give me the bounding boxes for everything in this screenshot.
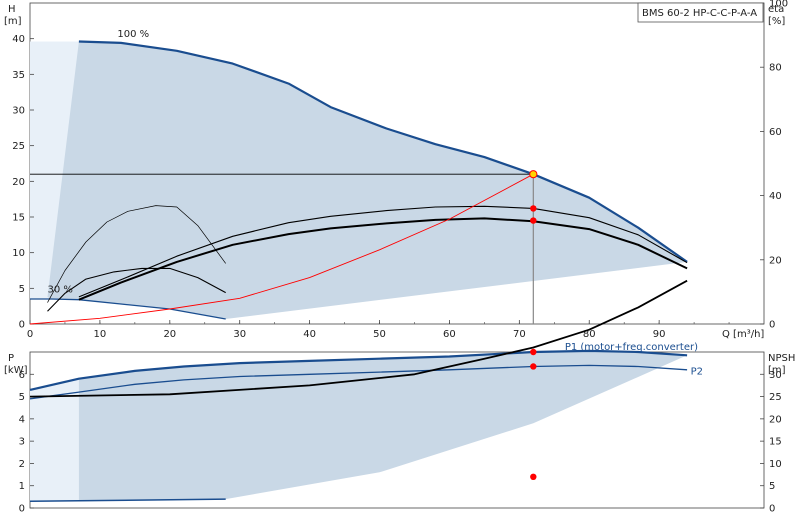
y-left-tick-label: 0 [19,504,25,515]
x-tick-label: 90 [653,329,666,340]
y-right-tick-label: 15 [769,437,782,448]
speed-annotation: 100 % [117,29,149,40]
y-left-unit: [kW] [4,365,28,376]
y-right-unit: [%] [768,16,785,27]
y-left-tick-label: 4 [19,414,25,425]
y-right-label: eta [768,4,784,15]
y-left-tick-label: 1 [19,481,25,492]
x-tick-label: 30 [233,329,246,340]
x-tick-label: 70 [513,329,526,340]
x-axis-label: Q [m³/h] [722,329,764,340]
y-right-tick-label: 40 [769,191,782,202]
y-right-tick-label: 20 [769,255,782,266]
y-left-label: H [8,4,16,15]
p1-series-label: P1 (motor+freq.converter) [565,342,698,353]
power-duty-point [530,473,537,480]
y-left-tick-label: 30 [12,106,25,117]
y-right-tick-label: 10 [769,459,782,470]
x-tick-label: 20 [163,329,176,340]
y-right-tick-label: 25 [769,392,782,403]
x-tick-label: 40 [303,329,316,340]
x-tick-label: 60 [443,329,456,340]
duty-point [529,170,538,179]
y-left-tick-label: 20 [12,177,25,188]
y-right-tick-label: 0 [769,504,775,515]
y-left-tick-label: 5 [19,284,25,295]
pump-curve-chart: 05101520253035400204060801000 10 20 30 40 50 6… [4,0,795,515]
y-right-label: NPSH [768,353,795,364]
y-left-tick-label: 3 [19,437,25,448]
x-tick-label: 10 [94,329,107,340]
y-left-tick-label: 10 [12,248,25,259]
y-left-tick-label: 40 [12,34,25,45]
x-tick-label: 0 [27,329,33,340]
y-right-tick-label: 0 [769,320,775,331]
eta-duty-point [530,205,537,212]
x-tick-label: 50 [373,329,386,340]
y-left-tick-label: 5 [19,392,25,403]
y-left-tick-label: 15 [12,213,25,224]
y-right-unit: [m] [768,365,786,376]
y-left-label: P [8,353,14,364]
eta-duty-point [530,217,537,224]
y-left-tick-label: 2 [19,459,25,470]
y-left-unit: [m] [4,16,22,27]
y-right-tick-label: 60 [769,127,782,138]
y-left-tick-label: 0 [19,320,25,331]
power-duty-point [530,363,537,370]
y-right-tick-label: 20 [769,414,782,425]
y-left-tick-label: 25 [12,141,25,152]
speed-annotation: 30 % [47,285,72,296]
y-right-tick-label: 80 [769,63,782,74]
model-label: BMS 60-2 HP-C-C-P-A-A [642,8,757,19]
p2-series-label: P2 [691,366,703,377]
y-right-tick-label: 5 [769,481,775,492]
y-left-tick-label: 35 [12,70,25,81]
power-duty-point [530,348,537,356]
